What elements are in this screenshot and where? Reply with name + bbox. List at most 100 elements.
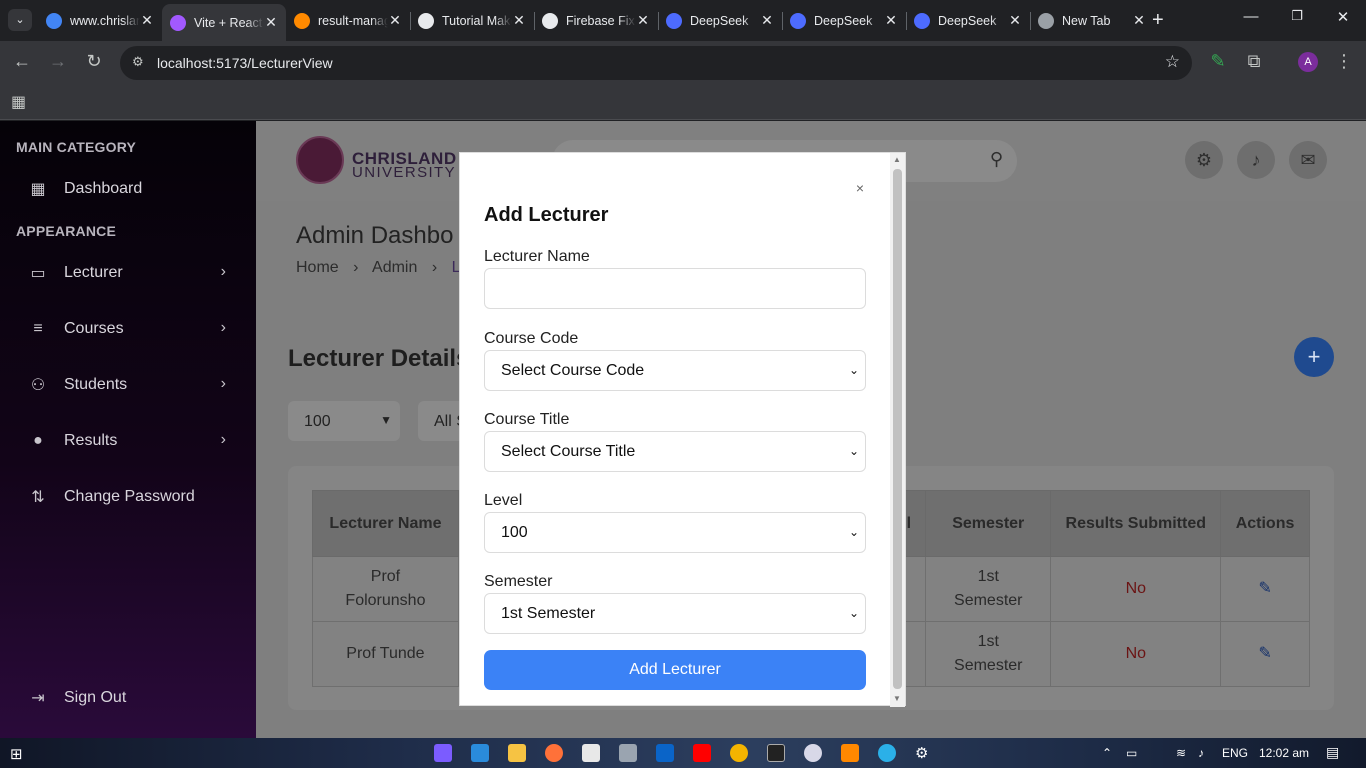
semester-select[interactable]: 1st Semester ⌄ [484,593,866,634]
tab-title: Tutorial Maker [442,13,512,28]
wifi-icon[interactable]: ≋ [1176,746,1186,760]
sidebar-item-dashboard[interactable]: ▦ Dashboard [0,169,256,209]
tab-title: DeepSeek [938,13,997,28]
extension-pen-icon[interactable]: ✎ [1206,51,1230,72]
tab-close-icon[interactable]: ✕ [760,12,774,29]
clock-time[interactable]: 12:02 am [1259,746,1309,760]
mail-icon[interactable]: ✉ [1289,141,1327,179]
back-icon[interactable]: ← [10,51,34,72]
close-icon[interactable]: × [852,180,868,196]
tab-title: Vite + React [194,15,263,30]
course-code-select[interactable]: Select Course Code ⌄ [484,350,866,391]
chrome-app-icon[interactable] [730,744,748,762]
sidebar-item-courses[interactable]: ≡ Courses › [0,309,256,349]
course-title-label: Course Title [484,411,570,428]
tab-close-icon[interactable]: ✕ [140,12,154,29]
scroll-down-arrow-icon[interactable]: ▼ [893,694,901,703]
settings-gear-icon[interactable]: ⚙ [1185,141,1223,179]
windows-start-icon[interactable]: ⊞ [10,745,23,763]
level-select[interactable]: 100 ⌄ [484,512,866,553]
volume-icon[interactable]: ♪ [1198,746,1204,760]
apps-grid-icon[interactable]: ▦ [11,92,26,112]
new-tab-button[interactable]: + [1152,9,1164,32]
paint-app-icon[interactable] [804,744,822,762]
tab-close-icon[interactable]: ✕ [636,12,650,29]
level-filter-select[interactable]: 100 ▼ [288,401,400,441]
tab-2[interactable]: Vite + React ✕ [162,4,286,41]
sign-out-icon: ⇥ [31,690,45,707]
change-password-icon: ⇅ [31,489,45,506]
reload-icon[interactable]: ↻ [82,51,106,72]
tab-7[interactable]: DeepSeek ✕ [782,6,906,35]
level-value: 100 [501,523,528,541]
terminal-app-icon[interactable] [767,744,785,762]
maximize-button[interactable]: ❐ [1274,8,1320,24]
firefox-app-icon[interactable] [545,744,563,762]
add-lecturer-button[interactable]: Add Lecturer [484,650,866,690]
store-app-icon[interactable] [582,744,600,762]
modal-scrollbar[interactable]: ▲ ▼ [890,153,905,707]
scroll-up-arrow-icon[interactable]: ▲ [893,155,901,164]
university-seal-logo [296,136,344,184]
breadcrumb-admin[interactable]: Admin [372,259,417,276]
tab-close-icon[interactable]: ✕ [1008,12,1022,29]
profile-avatar[interactable]: A [1298,52,1318,72]
tab-8[interactable]: DeepSeek ✕ [906,6,1030,35]
vscode-app-icon[interactable] [471,744,489,762]
settings-app-icon[interactable]: ⚙ [915,744,933,762]
breadcrumb-home[interactable]: Home [296,259,339,276]
language-indicator[interactable]: ENG [1222,746,1248,760]
browser-alt-app-icon[interactable] [878,744,896,762]
address-bar[interactable]: ⚙ localhost:5173/LecturerView ☆ [120,46,1192,80]
lecturer-icon: ▭ [30,265,46,282]
vlc-app-icon[interactable] [841,744,859,762]
file-explorer-app-icon[interactable] [508,744,526,762]
windows-taskbar: ⊞ ⚙ ⌃ ▭ ≋ ♪ ENG 12:02 am ▤ [0,738,1366,768]
students-icon: ⚇ [30,377,46,394]
menu-icon[interactable]: ⋮ [1332,51,1356,72]
lecturer-name-input[interactable] [484,268,866,309]
bookmark-star-icon[interactable]: ☆ [1165,52,1180,72]
tab-5[interactable]: Firebase Fix ✕ [534,6,658,35]
url-text: localhost:5173/LecturerView [157,55,333,71]
course-title-select[interactable]: Select Course Title ⌄ [484,431,866,472]
minimize-button[interactable]: — [1228,8,1274,25]
site-info-icon[interactable]: ⚙ [132,54,144,70]
tab-9[interactable]: New Tab ✕ [1030,6,1154,35]
tools-app-icon[interactable] [619,744,637,762]
deepseek-icon [666,12,682,29]
tab-close-icon[interactable]: ✕ [264,14,278,31]
extensions-icon[interactable]: ⧉ [1242,51,1266,72]
copilot-app-icon[interactable] [434,744,452,762]
deepseek-icon [914,12,930,29]
tab-title: www.chrisland [70,13,140,28]
sidebar-item-sign-out[interactable]: ⇥ Sign Out [0,678,256,718]
youtube-app-icon[interactable] [693,744,711,762]
tab-3[interactable]: result-management✕ [286,6,410,35]
edit-icon[interactable]: ✎ [1258,645,1271,662]
tab-1[interactable]: www.chrisland✕ [38,6,162,35]
tray-chevron-up-icon[interactable]: ⌃ [1102,746,1112,760]
outlook-app-icon[interactable] [656,744,674,762]
chevron-right-icon: › [220,431,226,448]
notification-bell-icon[interactable]: ♪ [1237,141,1275,179]
battery-icon[interactable]: ▭ [1126,746,1137,760]
forward-icon[interactable]: → [46,51,70,72]
tab-close-icon[interactable]: ✕ [1132,12,1146,29]
tab-close-icon[interactable]: ✕ [884,12,898,29]
search-icon[interactable]: ⚲ [990,149,1003,170]
tab-4[interactable]: Tutorial Maker✕ [410,6,534,35]
scrollbar-thumb[interactable] [893,169,902,689]
tab-6[interactable]: DeepSeek ✕ [658,6,782,35]
sidebar-item-lecturer[interactable]: ▭ Lecturer › [0,253,256,293]
sidebar-item-change-password[interactable]: ⇅ Change Password [0,477,256,517]
close-window-button[interactable]: ✕ [1320,8,1366,26]
edit-icon[interactable]: ✎ [1258,580,1271,597]
notification-center-icon[interactable]: ▤ [1326,744,1339,761]
add-lecturer-fab[interactable]: + [1294,337,1334,377]
sidebar-item-students[interactable]: ⚇ Students › [0,365,256,405]
tab-search-button[interactable]: ⌄ [8,9,32,31]
tab-close-icon[interactable]: ✕ [388,12,402,29]
tab-close-icon[interactable]: ✕ [512,12,526,29]
sidebar-item-results[interactable]: ● Results › [0,421,256,461]
